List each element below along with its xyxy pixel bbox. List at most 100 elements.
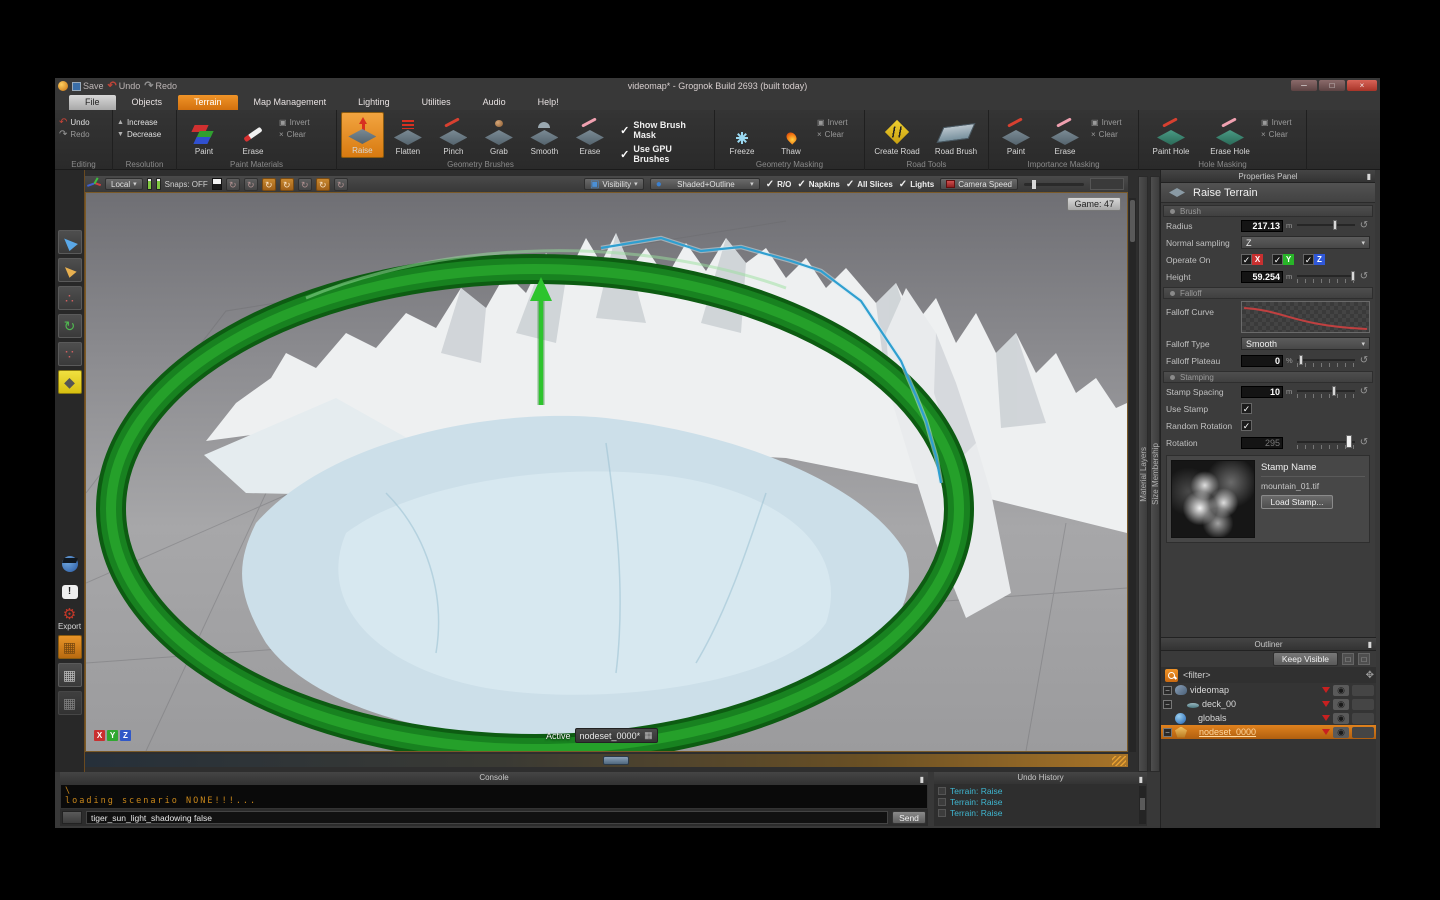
snap-mode-button-7[interactable]: ↻ [334, 178, 348, 191]
pin-icon[interactable]: ▮ [920, 774, 924, 786]
hole-clear-button[interactable]: × Clear [1261, 130, 1292, 139]
save-button[interactable]: Save [72, 81, 104, 91]
tree-row-deck[interactable]: − deck_00 ◉ [1161, 697, 1376, 711]
undo-entry-checkbox[interactable] [938, 809, 946, 817]
undo-entry-checkbox[interactable] [938, 798, 946, 806]
tree-row-videomap[interactable]: − videomap ◉ [1161, 683, 1376, 697]
operate-y-checkbox[interactable]: ✓ Y [1272, 254, 1294, 265]
importance-paint-button[interactable]: Paint [993, 112, 1039, 158]
rotate-tool-button[interactable]: ↻ [58, 314, 82, 338]
erase-hole-button[interactable]: Erase Hole [1202, 112, 1258, 158]
stamp-spacing-input[interactable] [1241, 386, 1283, 398]
gizmo-size-widget-2[interactable] [156, 178, 161, 190]
tab-help[interactable]: Help! [522, 95, 575, 110]
eye-icon[interactable]: ◉ [1333, 727, 1349, 738]
snap-swatch[interactable] [212, 178, 222, 190]
tab-utilities[interactable]: Utilities [406, 95, 467, 110]
close-button[interactable]: × [1347, 80, 1377, 91]
maximize-button[interactable]: □ [1319, 80, 1345, 91]
h-scroll-thumb[interactable] [603, 756, 629, 765]
grid-view-button-2[interactable]: ▦ [58, 663, 82, 687]
snap-mode-button-6[interactable]: ↻ [316, 178, 330, 191]
snap-mode-button-3[interactable]: ↻ [262, 178, 276, 191]
visibility-slot[interactable] [1352, 727, 1374, 738]
undo-button[interactable]: ↶ Undo [108, 81, 141, 91]
stamp-spacing-slider[interactable] [1297, 385, 1355, 398]
resize-grip[interactable] [1112, 756, 1126, 766]
undo-entry[interactable]: Terrain: Raise [938, 797, 1137, 807]
minimize-button[interactable]: ─ [1291, 80, 1317, 91]
resolution-increase-button[interactable]: ▲ Increase [117, 118, 161, 127]
tab-lighting[interactable]: Lighting [342, 95, 406, 110]
grid-view-button-3[interactable]: ▦ [58, 691, 82, 715]
pick-select-tool-button[interactable] [58, 258, 82, 282]
create-road-button[interactable]: Create Road [869, 112, 925, 158]
tab-size-membership[interactable]: Size Membership [1150, 176, 1160, 772]
section-brush[interactable]: Brush [1163, 205, 1373, 217]
visibility-slot[interactable] [1352, 713, 1374, 724]
reset-icon[interactable]: ↺ [1358, 437, 1370, 448]
geometry-masking-clear-button[interactable]: × Clear [817, 130, 848, 139]
importance-invert-button[interactable]: ▣ Invert [1091, 118, 1122, 127]
falloff-plateau-input[interactable] [1241, 355, 1283, 367]
snap-mode-button-5[interactable]: ↻ [298, 178, 312, 191]
brush-grab-button[interactable]: Grab [478, 112, 521, 158]
snap-mode-button-1[interactable]: ↻ [226, 178, 240, 191]
expander-icon[interactable]: − [1163, 700, 1172, 709]
geometry-masking-invert-button[interactable]: ▣ Invert [817, 118, 848, 127]
flag-icon[interactable] [1322, 687, 1330, 693]
falloff-plateau-slider[interactable] [1297, 354, 1355, 367]
importance-clear-button[interactable]: × Clear [1091, 130, 1122, 139]
rotation-input[interactable] [1241, 437, 1283, 449]
eye-icon[interactable]: ◉ [1333, 685, 1349, 696]
reset-icon[interactable]: ↺ [1358, 220, 1370, 231]
random-rotation-checkbox[interactable]: ✓ [1241, 420, 1252, 431]
resolution-decrease-button[interactable]: ▼ Decrease [117, 130, 161, 139]
outliner-option-icon-2[interactable]: □ [1358, 653, 1370, 665]
tab-objects[interactable]: Objects [116, 95, 179, 110]
expander-icon[interactable]: − [1163, 686, 1172, 695]
console-command-input[interactable] [86, 811, 888, 824]
undo-history-scrollbar[interactable] [1139, 786, 1146, 824]
console-log[interactable]: \ loading scenario NONE!!!... [60, 784, 928, 809]
ribbon-redo-button[interactable]: ↷ Redo [59, 130, 90, 139]
filter-input[interactable]: <filter> [1183, 670, 1361, 680]
brush-raise-button[interactable]: Raise [341, 112, 384, 158]
viewport-3d-canvas[interactable]: Game: 47 X Y Z Active nodeset_0000* ▦ [85, 192, 1128, 752]
hole-invert-button[interactable]: ▣ Invert [1261, 118, 1292, 127]
paint-materials-clear-button[interactable]: × Clear [279, 130, 310, 139]
road-brush-button[interactable]: Road Brush [928, 112, 984, 158]
reset-icon[interactable]: ↺ [1358, 355, 1370, 366]
gizmo-size-widget[interactable] [147, 178, 152, 190]
stamp-heightmap-thumbnail[interactable] [1171, 460, 1255, 538]
shading-mode-dropdown[interactable]: ● Shaded+Outline ▾ [650, 178, 760, 190]
eye-icon[interactable]: ◉ [1333, 699, 1349, 710]
normal-sampling-dropdown[interactable]: Z ▾ [1241, 236, 1370, 249]
paint-materials-erase-button[interactable]: Erase [230, 112, 276, 158]
lights-checkbox[interactable]: ✓ Lights [899, 179, 934, 190]
height-slider[interactable] [1297, 270, 1355, 283]
tab-audio[interactable]: Audio [467, 95, 522, 110]
paint-materials-paint-button[interactable]: Paint [181, 112, 227, 158]
viewport-vertical-scrollbar[interactable] [1129, 198, 1136, 752]
collapse-all-icon[interactable]: ✥ [1366, 670, 1372, 681]
snap-mode-button-2[interactable]: ↻ [244, 178, 258, 191]
flag-icon[interactable] [1322, 729, 1330, 735]
scale-tool-button[interactable]: ∵ [58, 342, 82, 366]
reset-icon[interactable]: ↺ [1358, 271, 1370, 282]
section-falloff[interactable]: Falloff [1163, 287, 1373, 299]
visibility-slot[interactable] [1352, 685, 1374, 696]
load-stamp-button[interactable]: Load Stamp... [1261, 495, 1333, 509]
send-button[interactable]: Send [892, 811, 926, 824]
terrain-brush-tool-button[interactable]: ◆ [58, 370, 82, 394]
napkins-checkbox[interactable]: ✓ Napkins [797, 179, 840, 190]
outliner-option-icon-1[interactable]: □ [1342, 653, 1354, 665]
undo-entry-checkbox[interactable] [938, 787, 946, 795]
ro-checkbox[interactable]: ✓ R/O [766, 179, 792, 190]
all-slices-checkbox[interactable]: ✓ All Slices [846, 179, 893, 190]
keep-visible-button[interactable]: Keep Visible [1273, 652, 1338, 666]
tree-row-nodeset-selected[interactable]: − nodeset_0000 ◉ [1161, 725, 1376, 739]
use-stamp-checkbox[interactable]: ✓ [1241, 403, 1252, 414]
tab-material-layers[interactable]: Material Layers [1138, 176, 1148, 772]
snap-mode-button-4[interactable]: ↻ [280, 178, 294, 191]
